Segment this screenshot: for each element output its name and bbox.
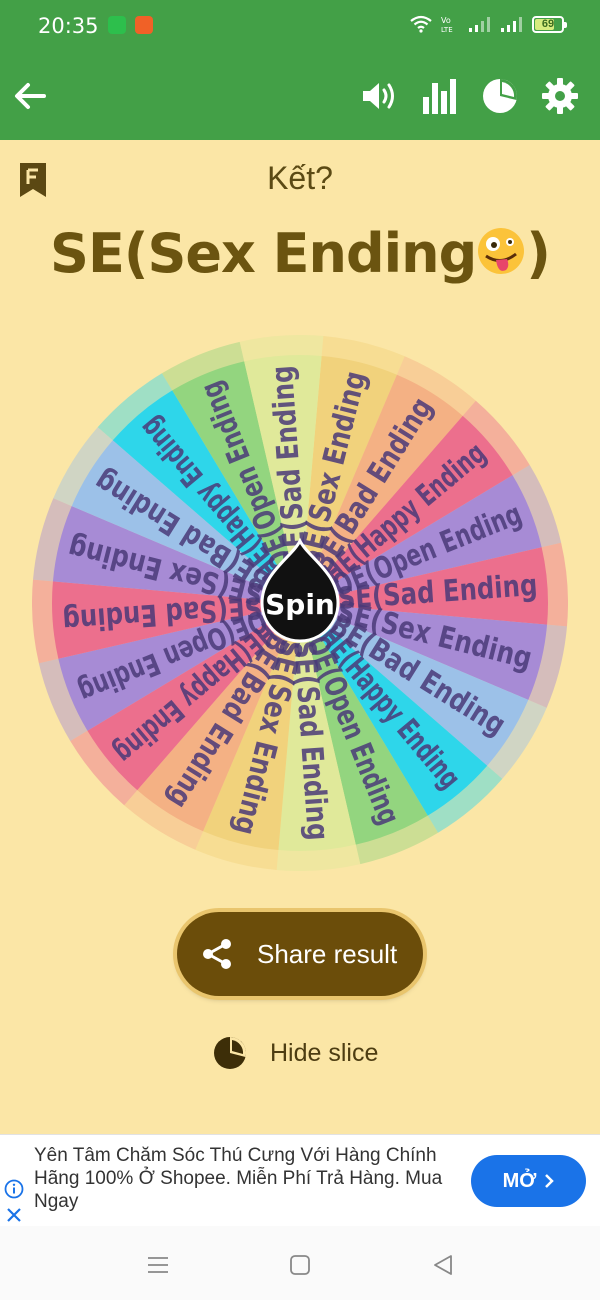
spin-label[interactable]: Spin: [265, 588, 335, 621]
hide-slice-label: Hide slice: [270, 1038, 379, 1067]
volume-icon: [363, 83, 394, 109]
volume-button[interactable]: [358, 74, 402, 118]
share-result-label: Share result: [257, 939, 398, 969]
ad-open-button[interactable]: MỞ: [471, 1155, 586, 1207]
pie-chart-button[interactable]: [478, 74, 522, 118]
back-arrow-icon: [15, 83, 46, 109]
result-text: SE(Sex Ending ): [0, 222, 600, 285]
close-icon[interactable]: [6, 1207, 22, 1223]
wifi-icon: [410, 15, 432, 33]
status-bar: 20:35 Vo LTE 69: [0, 0, 600, 52]
chevron-right-icon: [545, 1174, 555, 1188]
question-title: Kết?: [267, 160, 333, 196]
stats-icon: [423, 79, 456, 114]
settings-button[interactable]: [538, 74, 582, 118]
wheel-svg[interactable]: SE(Sex EndingBE(Bad EndingHE(Happy Endin…: [31, 335, 568, 871]
svg-text:LTE: LTE: [441, 26, 453, 34]
pie-chart-icon: [214, 1037, 247, 1069]
menu-icon[interactable]: [145, 1252, 171, 1278]
wechat-icon: [108, 16, 126, 34]
status-indicators: Vo LTE 69: [410, 14, 567, 34]
ad-banner[interactable]: Yên Tâm Chăm Sóc Thú Cưng Với Hàng Chính…: [0, 1134, 600, 1226]
home-icon[interactable]: [287, 1252, 313, 1278]
info-icon[interactable]: [4, 1179, 24, 1199]
share-icon: [203, 939, 231, 969]
status-time: 20:35: [38, 14, 99, 38]
pie-chart-icon: [483, 79, 517, 113]
ad-text[interactable]: Yên Tâm Chăm Sóc Thú Cưng Với Hàng Chính…: [34, 1144, 454, 1213]
result-label: SE(Sex Ending: [50, 222, 477, 285]
volte-icon: Vo LTE: [441, 16, 453, 34]
wheel[interactable]: SE(Sex Ending BE(Bad Ending HE(Happy Endin…: [31, 335, 568, 871]
toolbar: [0, 52, 600, 140]
stats-button[interactable]: [418, 74, 462, 118]
hide-slice-button[interactable]: Hide slice: [212, 1034, 378, 1072]
result-close-paren: ): [526, 222, 551, 285]
battery-icon: 69: [532, 15, 567, 33]
settings-icon: [542, 78, 578, 114]
signal-icon: [469, 17, 490, 32]
back-button[interactable]: [8, 74, 52, 118]
shopee-icon: [135, 16, 153, 34]
back-nav-icon[interactable]: [430, 1252, 456, 1278]
system-nav-bar: [0, 1226, 600, 1300]
svg-text:Vo: Vo: [441, 16, 451, 25]
signal-icon: [501, 17, 522, 32]
zany-face-emoji: [478, 228, 525, 274]
ad-open-label: MỞ: [502, 1169, 537, 1192]
share-result-button[interactable]: Share result: [177, 912, 423, 996]
battery-level: 69: [541, 18, 555, 30]
